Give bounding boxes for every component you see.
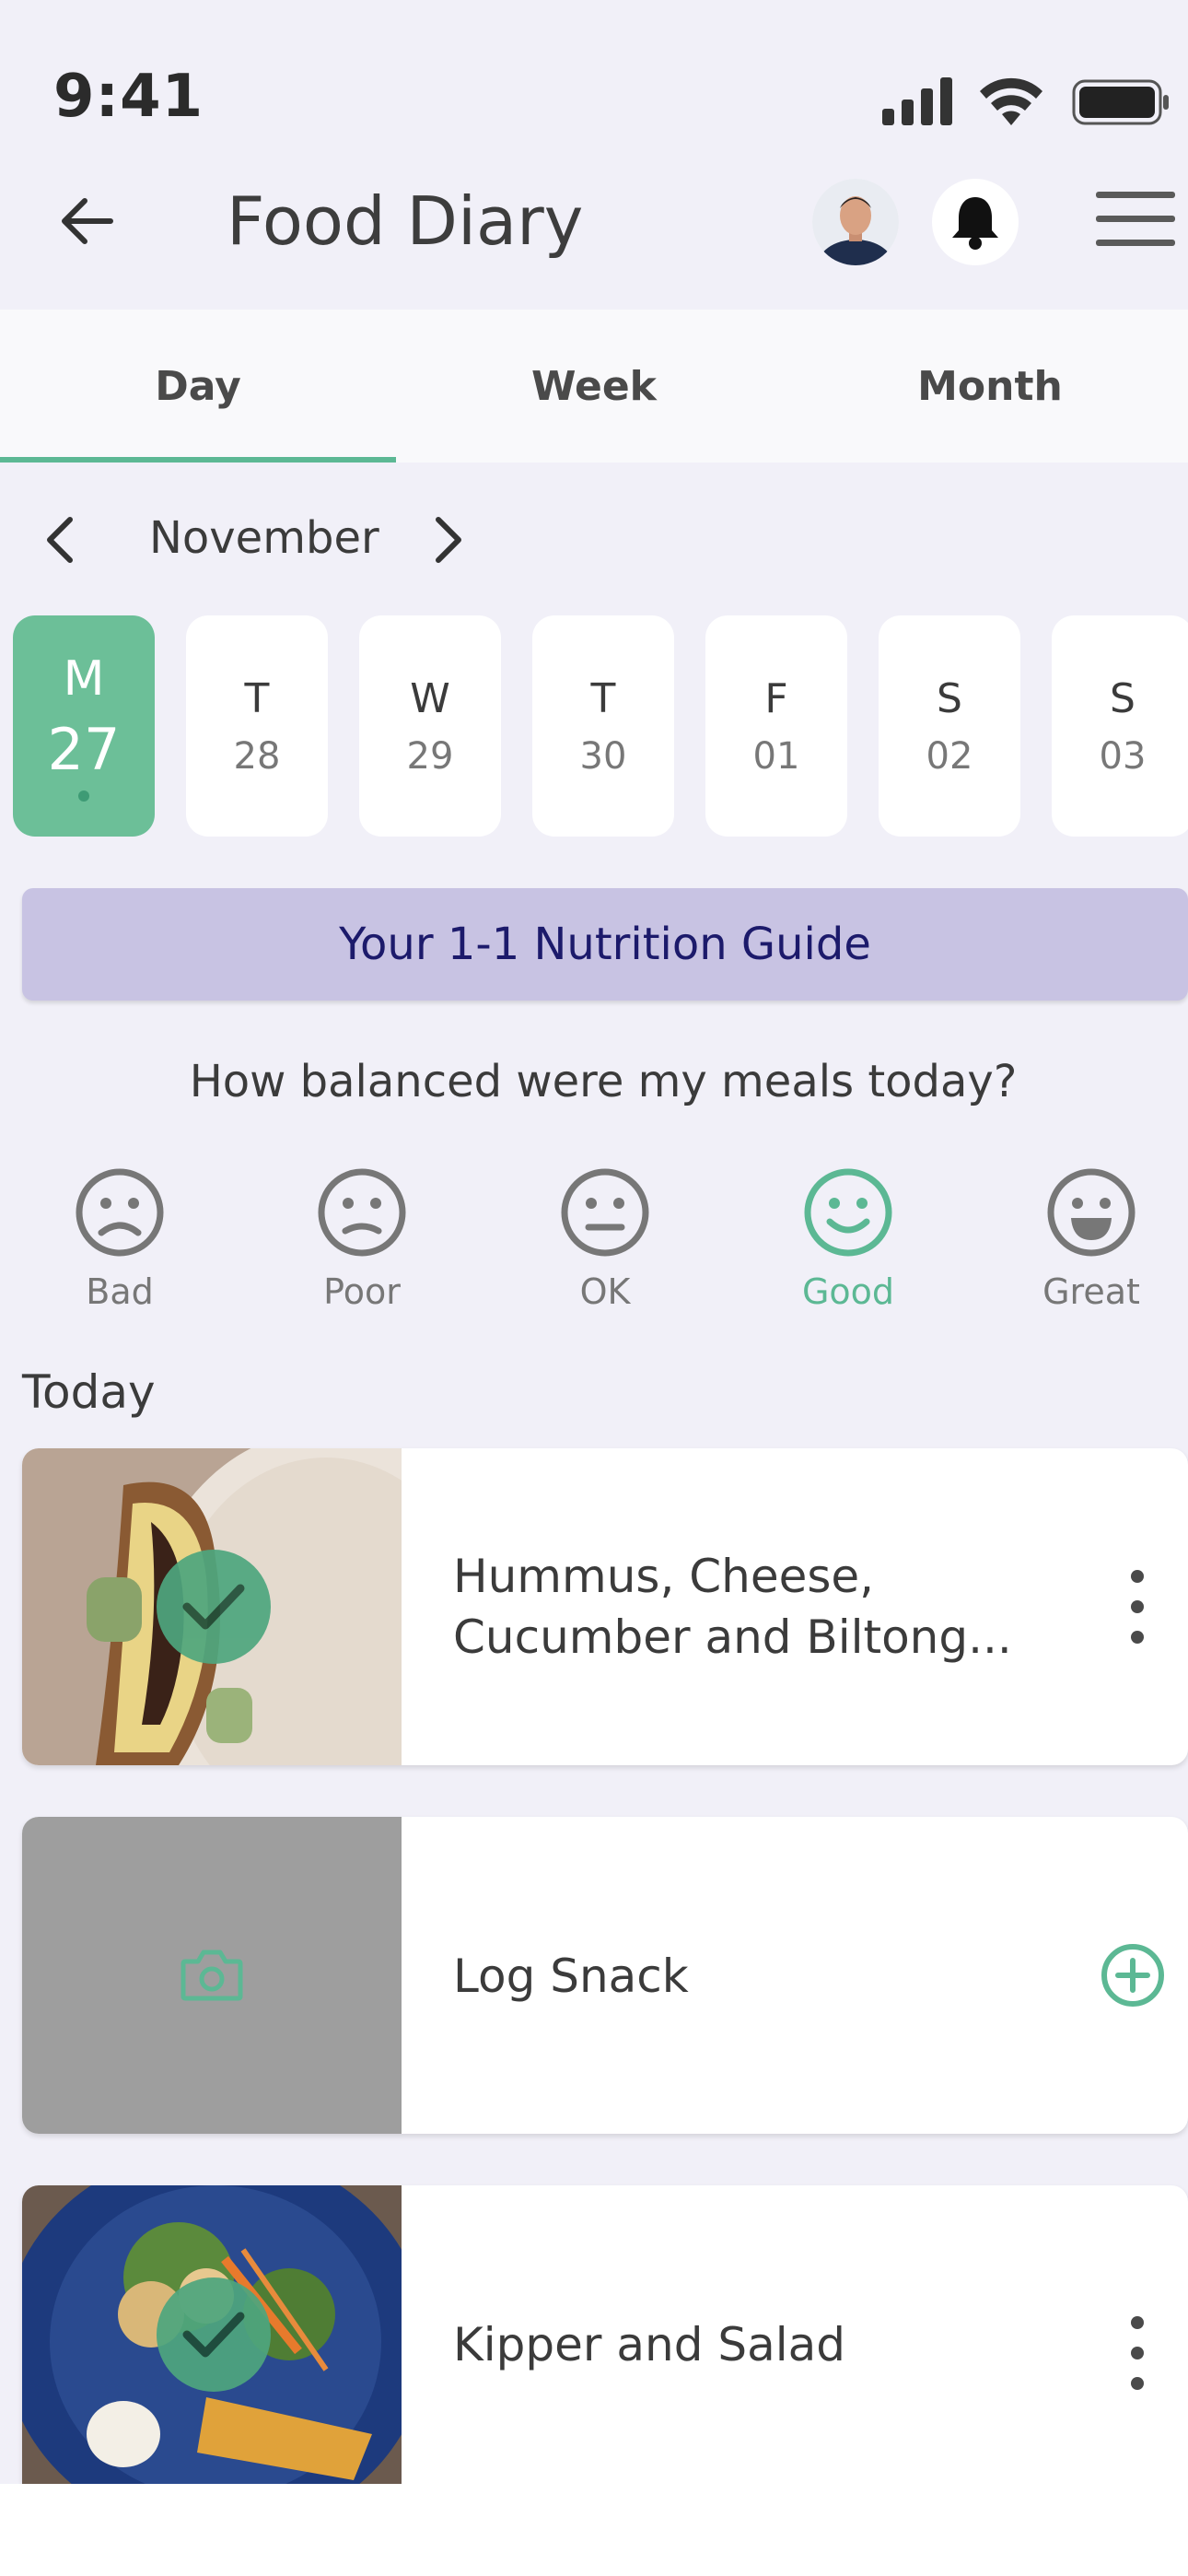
day-number: 01 — [752, 734, 800, 778]
frown-face-icon — [318, 1168, 406, 1257]
mood-option-bad[interactable]: Bad — [55, 1166, 184, 1312]
tab-week[interactable]: Week — [396, 310, 792, 463]
meal-name: Kipper and Salad — [453, 2318, 845, 2371]
dot-icon — [1131, 1600, 1144, 1613]
back-button[interactable] — [50, 184, 123, 258]
day-cell[interactable]: T 28 — [186, 615, 328, 837]
day-cell[interactable]: T 30 — [532, 615, 674, 837]
day-letter: T — [590, 674, 616, 722]
day-letter: S — [937, 674, 962, 722]
hamburger-line — [1096, 192, 1175, 198]
plus-circle-icon — [1101, 1944, 1164, 2007]
view-tabs: Day Week Month — [0, 310, 1188, 463]
section-title: Today — [22, 1365, 156, 1419]
day-number: 29 — [406, 734, 454, 778]
day-number: 03 — [1099, 734, 1147, 778]
photo-placeholder[interactable] — [22, 1817, 402, 2134]
log-snack-card[interactable]: Log Snack — [22, 1817, 1188, 2134]
smile-face-icon — [804, 1168, 892, 1257]
dot-icon — [1131, 2377, 1144, 2390]
battery-icon — [1072, 79, 1169, 125]
tab-month[interactable]: Month — [792, 310, 1188, 463]
dot-icon — [1131, 1631, 1144, 1644]
mood-label: Good — [801, 1271, 895, 1312]
neutral-face-icon — [561, 1168, 649, 1257]
mood-label: Bad — [86, 1271, 154, 1312]
logged-check-icon — [157, 2277, 271, 2392]
day-indicator-dot — [78, 790, 89, 802]
add-snack-button[interactable] — [1100, 1942, 1166, 2008]
day-cell[interactable]: M 27 — [13, 615, 155, 837]
mood-label: Poor — [323, 1271, 401, 1312]
day-cell[interactable]: W 29 — [359, 615, 501, 837]
day-letter: W — [410, 674, 450, 722]
mood-option-great[interactable]: Great — [1027, 1166, 1156, 1312]
day-number: 02 — [926, 734, 973, 778]
day-cell[interactable]: S 02 — [879, 615, 1020, 837]
avatar[interactable] — [812, 179, 899, 265]
dot-icon — [1131, 2316, 1144, 2329]
meal-card[interactable]: Kipper and Salad — [22, 2185, 1188, 2484]
chevron-right-icon — [436, 517, 461, 563]
month-label: November — [149, 512, 379, 564]
more-options-button[interactable] — [1124, 1570, 1151, 1644]
status-time: 9:41 — [53, 63, 204, 131]
dot-icon — [1131, 1570, 1144, 1583]
user-avatar-icon — [812, 179, 899, 265]
day-cell[interactable]: S 03 — [1052, 615, 1188, 837]
notifications-button[interactable] — [932, 179, 1019, 265]
mood-label: OK — [579, 1271, 631, 1312]
camera-icon — [181, 1950, 243, 2001]
arrow-left-icon — [62, 198, 113, 244]
more-options-button[interactable] — [1124, 2316, 1151, 2390]
mood-option-ok[interactable]: OK — [541, 1166, 670, 1312]
meal-name: Hummus, Cheese, Cucumber and Biltong... — [453, 1546, 1012, 1668]
meal-name-line: Cucumber and Biltong... — [453, 1610, 1012, 1664]
day-number: 28 — [233, 734, 281, 778]
dot-icon — [1131, 2347, 1144, 2359]
bell-icon — [952, 197, 998, 250]
day-letter: F — [764, 674, 788, 722]
chevron-left-icon — [47, 517, 73, 563]
page-title: Food Diary — [227, 182, 584, 260]
next-month-button[interactable] — [425, 512, 472, 568]
meal-name: Log Snack — [453, 1950, 689, 2003]
hamburger-line — [1096, 216, 1175, 222]
mood-option-good[interactable]: Good — [784, 1166, 913, 1312]
meal-name-line: Hummus, Cheese, — [453, 1550, 875, 1603]
menu-button[interactable] — [1096, 192, 1175, 252]
bottom-area — [0, 2484, 1188, 2576]
mood-label: Great — [1042, 1271, 1140, 1312]
day-letter: M — [63, 650, 105, 707]
cellular-signal-icon — [882, 77, 952, 125]
wifi-icon — [980, 77, 1042, 125]
day-letter: S — [1110, 674, 1136, 722]
sad-face-icon — [76, 1168, 164, 1257]
mood-option-poor[interactable]: Poor — [297, 1166, 426, 1312]
day-letter: T — [244, 674, 270, 722]
nutrition-guide-banner[interactable]: Your 1-1 Nutrition Guide — [22, 888, 1188, 1001]
previous-month-button[interactable] — [37, 512, 83, 568]
day-number: 27 — [47, 715, 121, 783]
grin-face-icon — [1047, 1168, 1136, 1257]
meal-card[interactable]: Hummus, Cheese, Cucumber and Biltong... — [22, 1448, 1188, 1765]
day-cell[interactable]: F 01 — [705, 615, 847, 837]
day-strip: M 27 T 28 W 29 T 30 F 01 S 02 S 03 — [13, 615, 1188, 837]
tab-day[interactable]: Day — [0, 310, 396, 463]
day-number: 30 — [579, 734, 627, 778]
hamburger-line — [1096, 240, 1175, 246]
balance-question: How balanced were my meals today? — [189, 1056, 1018, 1107]
logged-check-icon — [157, 1550, 271, 1664]
